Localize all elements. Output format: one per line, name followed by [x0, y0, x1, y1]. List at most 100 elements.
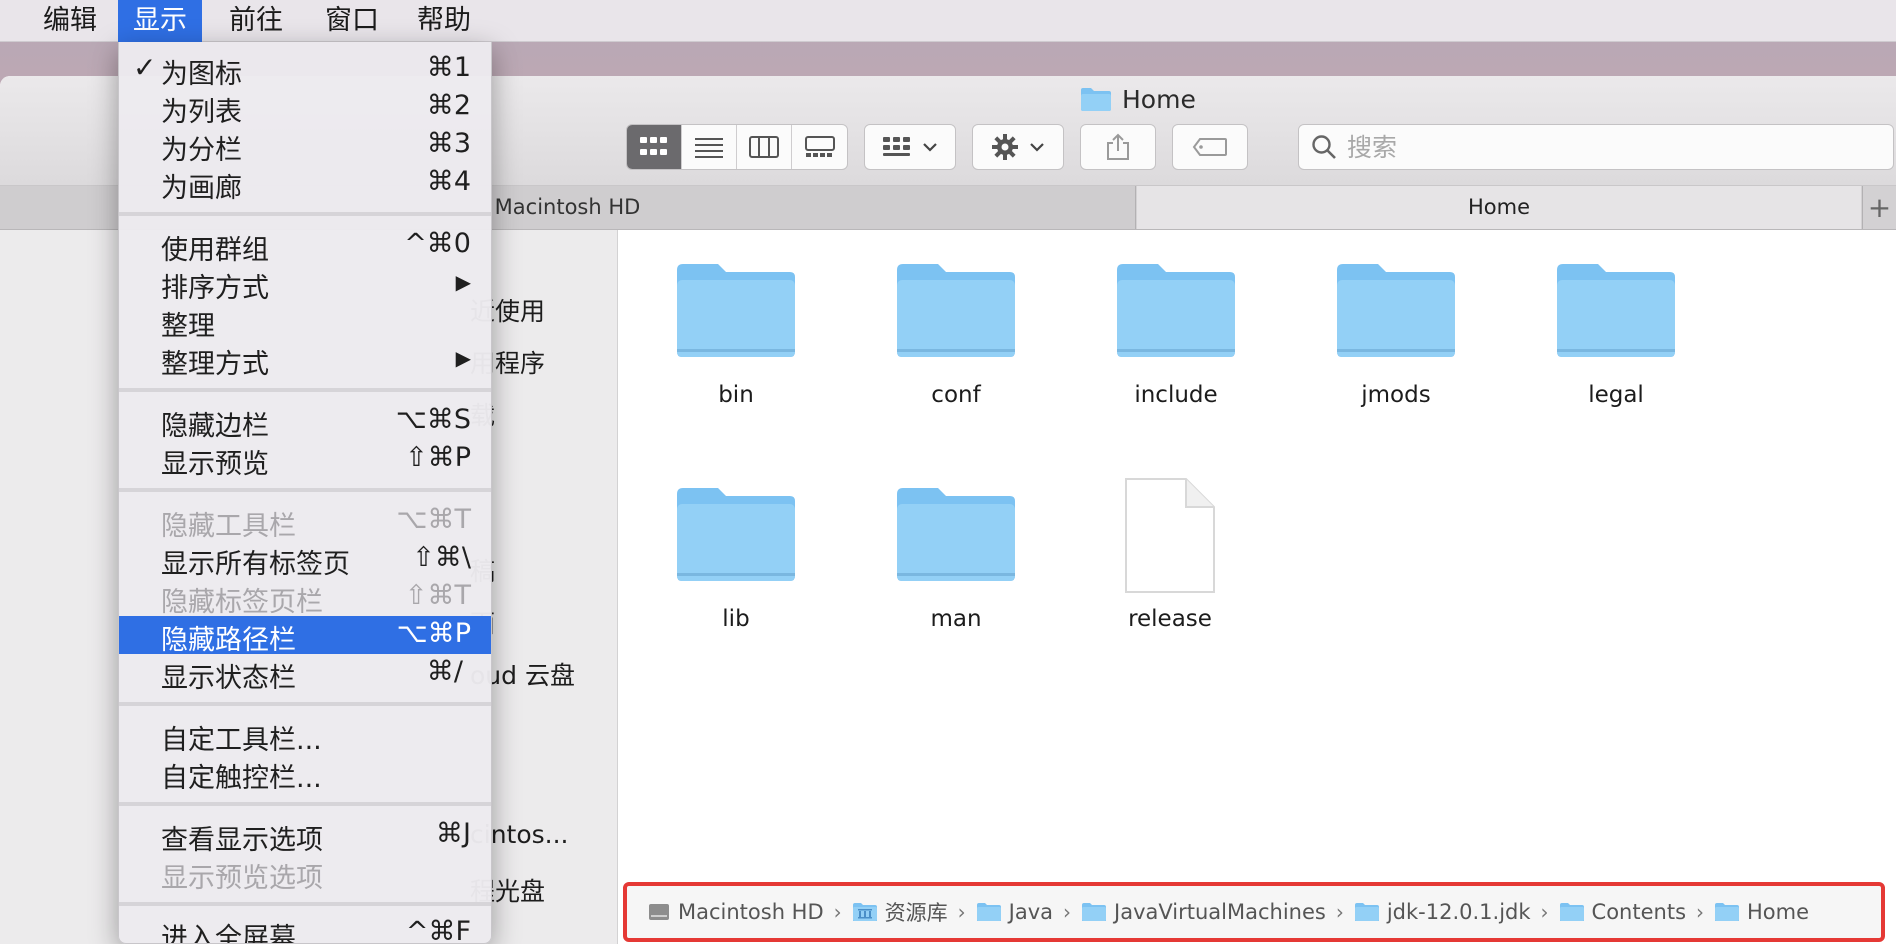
tab-home[interactable]: Home — [1137, 186, 1861, 229]
path-crumb-label: Macintosh HD — [678, 900, 824, 924]
file-name: bin — [718, 382, 754, 408]
file-item-conf[interactable]: conf — [866, 260, 1046, 408]
path-separator: › — [1335, 900, 1344, 924]
file-name: lib — [722, 606, 750, 632]
menu-item-shortcut: ^⌘F — [405, 916, 471, 944]
menu-item-show-status-bar[interactable]: 显示状态栏 ⌘/ — [119, 654, 491, 694]
menu-item-as-gallery[interactable]: 为画廊 ⌘4 — [119, 164, 491, 204]
menu-item-show-view-options[interactable]: 查看显示选项 ⌘J — [119, 816, 491, 856]
library-folder-icon — [852, 903, 877, 921]
path-separator: › — [1540, 900, 1549, 924]
menu-item-shortcut: ⇧⌘P — [405, 442, 471, 473]
menu-item-clean-up-by[interactable]: 整理方式 ▶ — [119, 340, 491, 380]
disk-icon — [649, 904, 669, 920]
file-item-legal[interactable]: legal — [1526, 260, 1706, 408]
file-item-lib[interactable]: lib — [646, 484, 826, 632]
menu-item-shortcut: ⇧⌘T — [404, 580, 471, 611]
menu-go[interactable]: 前往 — [214, 0, 298, 42]
menu-item-shortcut: ⌥⌘P — [396, 618, 471, 649]
search-input[interactable] — [1347, 132, 1867, 162]
menu-item-as-list[interactable]: 为列表 ⌘2 — [119, 88, 491, 128]
icon-view-button[interactable] — [627, 125, 682, 169]
menu-item-show-all-tabs[interactable]: 显示所有标签页 ⇧⌘\ — [119, 540, 491, 580]
path-bar: Macintosh HD › 资源库 › Java › JavaVirtualM… — [623, 882, 1885, 942]
tag-button[interactable] — [1172, 124, 1248, 170]
menu-item-hide-path-bar[interactable]: 隐藏路径栏 ⌥⌘P — [119, 616, 491, 656]
folder-icon — [897, 264, 1015, 357]
menu-item-enter-full-screen[interactable]: 进入全屏幕 ^⌘F — [119, 914, 491, 944]
menu-help[interactable]: 帮助 — [402, 0, 486, 42]
menu-item-label: 显示预览 — [161, 449, 269, 480]
share-button[interactable] — [1080, 124, 1156, 170]
file-item-bin[interactable]: bin — [646, 260, 826, 408]
menu-item-clean-up[interactable]: 整理 — [119, 302, 491, 342]
menu-item-hide-tab-bar: 隐藏标签页栏 ⇧⌘T — [119, 578, 491, 618]
file-grid: bin conf include jmods legal lib man rel… — [619, 230, 1896, 944]
folder-icon — [1559, 903, 1584, 921]
file-item-jmods[interactable]: jmods — [1306, 260, 1486, 408]
menu-edit[interactable]: 编辑 — [28, 0, 112, 42]
menu-view[interactable]: 显示 — [118, 0, 202, 42]
list-view-button[interactable] — [682, 125, 737, 169]
action-button[interactable] — [972, 124, 1064, 170]
path-crumb-library[interactable]: 资源库 — [852, 897, 948, 927]
menu-item-shortcut: ⌘2 — [426, 90, 471, 121]
search-field[interactable] — [1298, 124, 1894, 170]
gallery-view-button[interactable] — [792, 125, 847, 169]
file-name: legal — [1588, 382, 1644, 408]
menu-item-label: 自定工具栏... — [161, 725, 322, 756]
path-crumb-home[interactable]: Home — [1714, 900, 1809, 924]
submenu-arrow-icon: ▶ — [455, 270, 471, 294]
column-view-button[interactable] — [737, 125, 792, 169]
menu-item-label: 自定触控栏... — [161, 763, 322, 794]
path-crumb-jdk[interactable]: jdk-12.0.1.jdk — [1354, 900, 1531, 924]
menu-item-label: 排序方式 — [161, 273, 269, 304]
menu-item-shortcut: ⌘4 — [426, 166, 471, 197]
tag-icon — [1192, 138, 1227, 156]
menu-item-hide-sidebar[interactable]: 隐藏边栏 ⌥⌘S — [119, 402, 491, 442]
path-crumb-label: Java — [1008, 900, 1054, 924]
file-name: man — [930, 606, 982, 632]
menu-item-label: 进入全屏幕 — [161, 923, 296, 944]
gear-icon — [992, 134, 1018, 160]
path-crumb-label: Contents — [1591, 900, 1687, 924]
column-view-icon — [749, 136, 779, 158]
menu-item-customize-touch-bar[interactable]: 自定触控栏... — [119, 754, 491, 794]
file-item-release[interactable]: release — [1080, 476, 1260, 632]
folder-icon — [1082, 903, 1107, 921]
menu-item-label: 显示状态栏 — [161, 663, 296, 694]
menu-item-label: 显示所有标签页 — [161, 549, 350, 580]
menu-item-as-columns[interactable]: 为分栏 ⌘3 — [119, 126, 491, 166]
chevron-down-icon — [923, 143, 937, 152]
menu-item-label: 隐藏路径栏 — [161, 625, 296, 656]
path-crumb-label: JavaVirtualMachines — [1114, 900, 1326, 924]
menu-item-shortcut: ⌥⌘T — [396, 504, 471, 535]
path-crumb-javavirtualmachines[interactable]: JavaVirtualMachines — [1081, 900, 1326, 924]
menu-item-customize-toolbar[interactable]: 自定工具栏... — [119, 716, 491, 756]
menu-item-label: 为列表 — [161, 97, 242, 128]
menu-item-shortcut: ⌘1 — [426, 52, 471, 83]
file-name: release — [1128, 606, 1212, 632]
menu-separator — [119, 702, 491, 706]
group-icon — [883, 137, 910, 156]
menu-item-use-groups[interactable]: 使用群组 ^⌘0 — [119, 226, 491, 266]
checkmark-icon: ✓ — [133, 51, 157, 84]
add-tab-button[interactable]: + — [1862, 186, 1896, 229]
path-crumb-macintosh-hd[interactable]: Macintosh HD — [647, 900, 824, 924]
menu-item-show-preview-options: 显示预览选项 — [119, 854, 491, 894]
menu-item-sort-by[interactable]: 排序方式 ▶ — [119, 264, 491, 304]
menu-item-show-preview[interactable]: 显示预览 ⇧⌘P — [119, 440, 491, 480]
file-item-include[interactable]: include — [1086, 260, 1266, 408]
path-crumb-contents[interactable]: Contents — [1559, 900, 1686, 924]
path-crumb-java[interactable]: Java — [976, 900, 1053, 924]
file-item-man[interactable]: man — [866, 484, 1046, 632]
path-crumb-label: jdk-12.0.1.jdk — [1386, 900, 1531, 924]
group-button[interactable] — [864, 124, 956, 170]
folder-icon — [1354, 903, 1379, 921]
window-title-text: Home — [1122, 84, 1196, 114]
menu-item-as-icons[interactable]: ✓ 为图标 ⌘1 — [119, 50, 491, 90]
path-crumb-label: Home — [1747, 900, 1810, 924]
folder-icon — [1557, 264, 1675, 357]
menu-window[interactable]: 窗口 — [310, 0, 394, 42]
menu-item-shortcut: ^⌘0 — [404, 228, 471, 259]
